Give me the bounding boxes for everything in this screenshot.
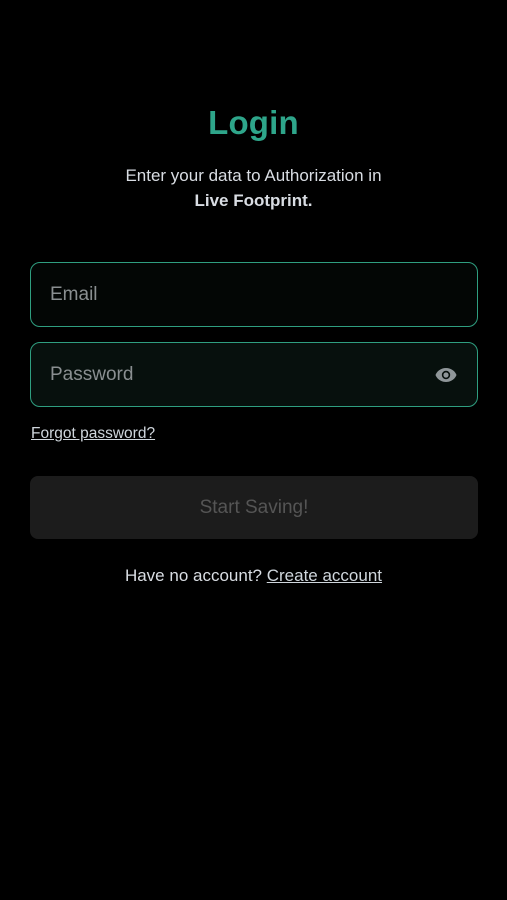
forgot-password-link[interactable]: Forgot password? bbox=[31, 425, 155, 443]
page-subtitle: Enter your data to Authorization in Live… bbox=[0, 163, 507, 213]
start-saving-button[interactable]: Start Saving! bbox=[30, 476, 478, 539]
password-input[interactable] bbox=[50, 343, 433, 406]
page-title: Login bbox=[208, 104, 299, 141]
eye-icon-svg bbox=[435, 367, 457, 382]
eye-icon[interactable] bbox=[433, 362, 459, 388]
email-field-container[interactable] bbox=[30, 262, 478, 327]
signup-prompt: Have no account? Create account bbox=[0, 566, 507, 586]
subtitle-app-name: Live Footprint. bbox=[194, 191, 313, 210]
subtitle-line-1: Enter your data to Authorization in bbox=[125, 166, 382, 185]
email-input[interactable] bbox=[50, 263, 459, 326]
password-field-container[interactable] bbox=[30, 342, 478, 407]
create-account-link[interactable]: Create account bbox=[267, 566, 382, 585]
login-screen: Login Enter your data to Authorization i… bbox=[0, 0, 507, 900]
signup-prompt-text: Have no account? bbox=[124, 566, 262, 585]
